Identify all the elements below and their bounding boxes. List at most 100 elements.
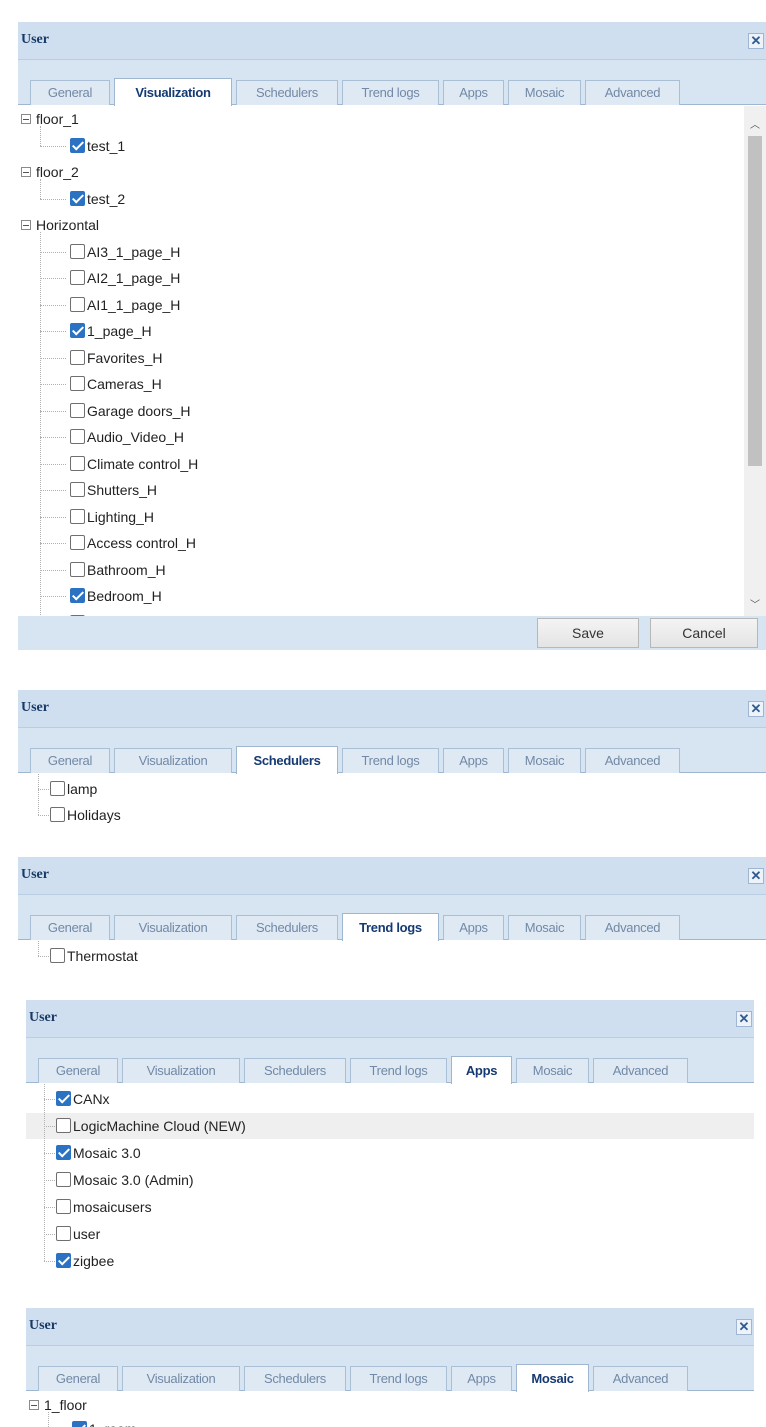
- list-item[interactable]: test_2: [18, 186, 744, 212]
- list-item[interactable]: Mosaic 3.0 (Admin): [26, 1167, 754, 1193]
- tab-apps[interactable]: Apps: [443, 80, 504, 105]
- tab-schedulers[interactable]: Schedulers: [244, 1366, 346, 1391]
- tab-schedulers[interactable]: Schedulers: [236, 746, 338, 774]
- list-item[interactable]: AI1_1_page_H: [18, 292, 744, 318]
- save-button[interactable]: Save: [537, 618, 639, 648]
- tree-group[interactable]: Horizontal: [18, 212, 744, 238]
- tab-general[interactable]: General: [30, 80, 110, 105]
- cancel-button[interactable]: Cancel: [650, 618, 758, 648]
- tab-general[interactable]: General: [30, 748, 110, 773]
- checkbox-icon[interactable]: [70, 376, 85, 391]
- list-item[interactable]: Cameras_H: [18, 371, 744, 397]
- tab-mosaic[interactable]: Mosaic: [508, 80, 581, 105]
- list-item[interactable]: Favorites_H: [18, 345, 744, 371]
- list-item[interactable]: mosaicusers: [26, 1194, 754, 1220]
- checkbox-icon[interactable]: [70, 402, 85, 418]
- checkbox-icon[interactable]: [50, 948, 65, 963]
- checkbox-icon[interactable]: [56, 1172, 71, 1187]
- tab-visualization[interactable]: Visualization: [122, 1058, 240, 1083]
- tab-trend-logs[interactable]: Trend logs: [342, 748, 439, 773]
- tab-apps[interactable]: Apps: [451, 1366, 512, 1391]
- checkbox-icon[interactable]: [70, 508, 85, 524]
- checkbox-icon[interactable]: [70, 588, 85, 603]
- tab-trend-logs[interactable]: Trend logs: [350, 1366, 447, 1391]
- list-item[interactable]: LogicMachine Cloud (NEW): [26, 1113, 754, 1139]
- list-item[interactable]: 1_room: [26, 1416, 754, 1427]
- tree-collapse-icon[interactable]: [21, 220, 31, 230]
- tab-trend-logs[interactable]: Trend logs: [342, 913, 439, 941]
- list-item[interactable]: Climate control_H: [18, 451, 744, 477]
- close-icon[interactable]: ✕: [748, 33, 764, 49]
- tab-visualization[interactable]: Visualization: [122, 1366, 240, 1391]
- checkbox-icon[interactable]: [70, 561, 85, 577]
- checkbox-icon[interactable]: [70, 296, 85, 312]
- list-item[interactable]: Thermostat: [18, 943, 766, 969]
- tab-advanced[interactable]: Advanced: [585, 915, 680, 940]
- list-item[interactable]: Mosaic 3.0: [26, 1140, 754, 1166]
- chevron-down-icon[interactable]: ﹀: [744, 596, 766, 611]
- tab-general[interactable]: General: [30, 915, 110, 940]
- list-item[interactable]: Audio_Video_H: [18, 424, 744, 450]
- chevron-up-icon[interactable]: ︿: [744, 116, 766, 131]
- tab-apps[interactable]: Apps: [443, 915, 504, 940]
- tab-general[interactable]: General: [38, 1058, 118, 1083]
- checkbox-icon[interactable]: [70, 455, 85, 471]
- checkbox-icon[interactable]: [56, 1226, 71, 1241]
- checkbox-icon[interactable]: [56, 1145, 71, 1160]
- list-item[interactable]: Lighting_H: [18, 504, 744, 530]
- tree-collapse-icon[interactable]: [21, 167, 31, 177]
- tab-advanced[interactable]: Advanced: [585, 80, 680, 105]
- close-icon[interactable]: ✕: [748, 868, 764, 884]
- list-item[interactable]: test_1: [18, 133, 744, 159]
- checkbox-icon[interactable]: [70, 243, 85, 259]
- checkbox-icon[interactable]: [70, 190, 85, 206]
- checkbox-icon[interactable]: [50, 781, 65, 796]
- checkbox-icon[interactable]: [70, 349, 85, 365]
- list-item[interactable]: Shutters_H: [18, 477, 744, 503]
- list-item[interactable]: Access control_H: [18, 530, 744, 556]
- close-icon[interactable]: ✕: [736, 1011, 752, 1027]
- list-item[interactable]: Holidays: [18, 802, 766, 828]
- tab-mosaic[interactable]: Mosaic: [516, 1058, 589, 1083]
- list-item[interactable]: lamp: [18, 776, 766, 802]
- checkbox-icon[interactable]: [70, 482, 85, 497]
- tree-group[interactable]: floor_1: [18, 106, 744, 132]
- tab-advanced[interactable]: Advanced: [585, 748, 680, 773]
- checkbox-icon[interactable]: [70, 535, 85, 550]
- checkbox-icon[interactable]: [50, 807, 65, 822]
- tab-mosaic[interactable]: Mosaic: [508, 915, 581, 940]
- tab-trend-logs[interactable]: Trend logs: [342, 80, 439, 105]
- list-item[interactable]: user: [26, 1221, 754, 1247]
- tab-mosaic[interactable]: Mosaic: [508, 748, 581, 773]
- checkbox-icon[interactable]: [70, 323, 85, 338]
- scrollbar-thumb[interactable]: [748, 136, 762, 466]
- list-item[interactable]: Bathroom_H: [18, 557, 744, 583]
- checkbox-icon[interactable]: [56, 1253, 71, 1268]
- checkbox-icon[interactable]: [56, 1091, 71, 1106]
- tab-mosaic[interactable]: Mosaic: [516, 1364, 589, 1392]
- tab-schedulers[interactable]: Schedulers: [236, 915, 338, 940]
- tab-visualization[interactable]: Visualization: [114, 915, 232, 940]
- checkbox-icon[interactable]: [56, 1199, 71, 1214]
- list-item[interactable]: zigbee: [26, 1248, 754, 1274]
- tab-advanced[interactable]: Advanced: [593, 1058, 688, 1083]
- tab-general[interactable]: General: [38, 1366, 118, 1391]
- close-icon[interactable]: ✕: [748, 701, 764, 717]
- tab-schedulers[interactable]: Schedulers: [236, 80, 338, 105]
- checkbox-icon[interactable]: [70, 429, 85, 444]
- list-item[interactable]: Garage doors_H: [18, 398, 744, 424]
- checkbox-icon[interactable]: [70, 270, 85, 285]
- tab-trend-logs[interactable]: Trend logs: [350, 1058, 447, 1083]
- tree-group[interactable]: 1_floor: [26, 1392, 754, 1418]
- checkbox-icon[interactable]: [72, 1421, 87, 1427]
- list-item[interactable]: AI3_1_page_H: [18, 239, 744, 265]
- close-icon[interactable]: ✕: [736, 1319, 752, 1335]
- tree-collapse-icon[interactable]: [21, 114, 31, 124]
- list-item[interactable]: CANx: [26, 1086, 754, 1112]
- tab-schedulers[interactable]: Schedulers: [244, 1058, 346, 1083]
- tree-group[interactable]: floor_2: [18, 159, 744, 185]
- checkbox-icon[interactable]: [70, 137, 85, 153]
- tab-visualization[interactable]: Visualization: [114, 748, 232, 773]
- checkbox-icon[interactable]: [56, 1118, 71, 1133]
- tab-apps[interactable]: Apps: [451, 1056, 512, 1084]
